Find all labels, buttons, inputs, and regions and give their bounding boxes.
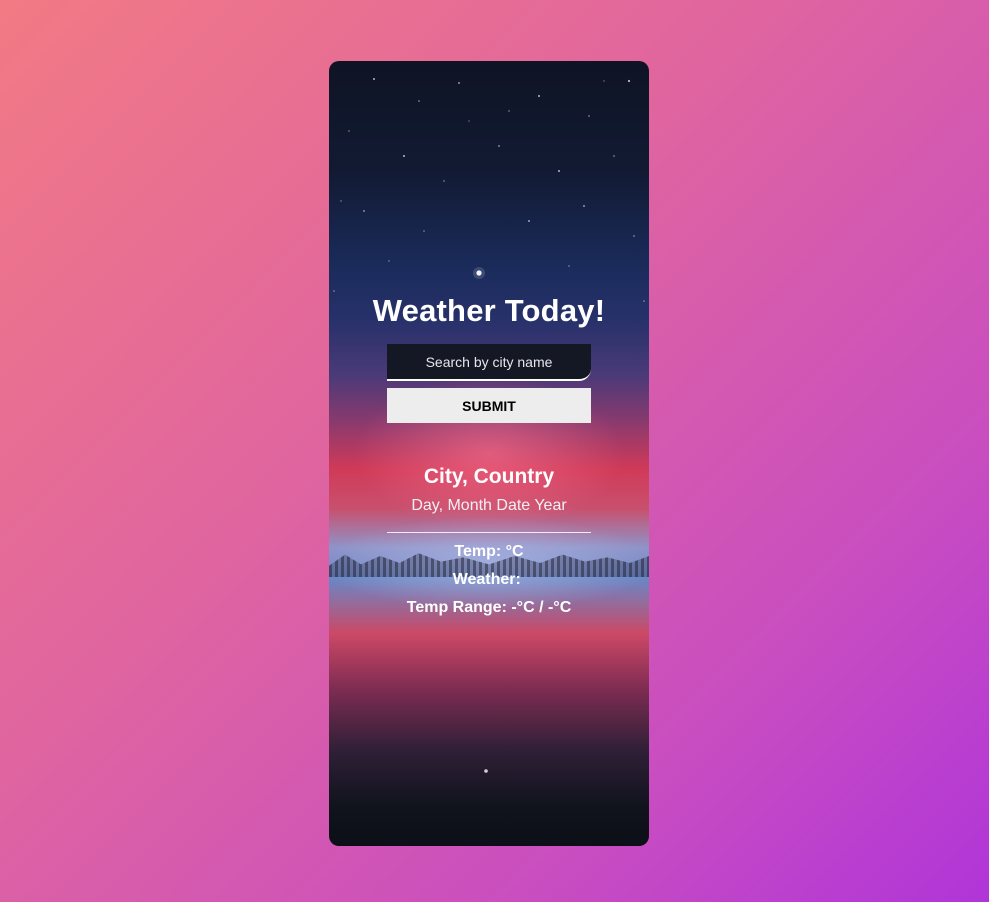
search-input[interactable] [387,344,591,381]
starry-sky-background [333,78,645,773]
temperature-label: Temp: °C [454,543,524,560]
app-title: Weather Today! [372,293,606,328]
location-label: City, Country [423,465,555,488]
weather-label: Weather: [452,571,526,588]
date-label: Day, Month Date Year [411,497,567,514]
submit-button[interactable]: SUBMIT [387,388,591,423]
divider [387,532,591,533]
weather-card: Weather Today! SUBMIT City, Country Day,… [329,61,649,846]
temp-range-label: Temp Range: -°C / -°C [406,599,572,616]
